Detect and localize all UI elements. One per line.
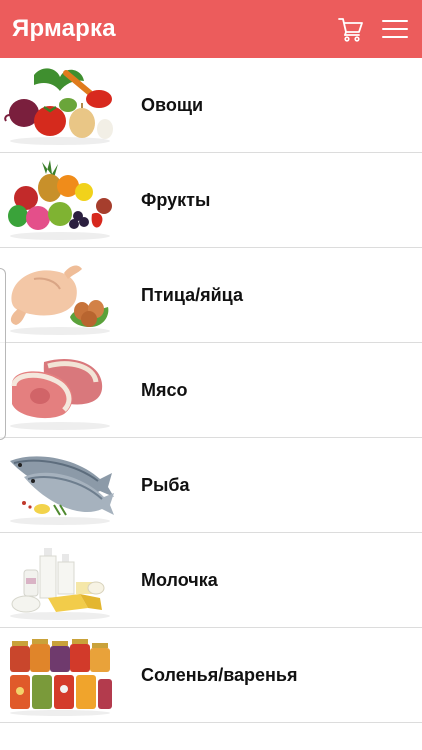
- category-row-fish[interactable]: Рыба: [0, 438, 422, 533]
- category-list: Овощи Фрукты Птица/яйца Мясо Рыба Молочк…: [0, 58, 422, 723]
- category-row-preserves[interactable]: Соленья/варенья: [0, 628, 422, 723]
- category-row-meat[interactable]: Мясо: [0, 343, 422, 438]
- poultry-eggs-image: [10, 265, 110, 335]
- category-row-dairy[interactable]: Молочка: [0, 533, 422, 628]
- preserves-image: [10, 639, 112, 716]
- top-bar: Ярмарка: [0, 0, 422, 58]
- fruits-image: [8, 160, 112, 240]
- category-label: Фрукты: [141, 189, 211, 210]
- category-label: Рыба: [141, 474, 190, 495]
- dairy-image: [10, 548, 110, 620]
- edge-drawer-handle[interactable]: [0, 268, 6, 440]
- category-label: Мясо: [141, 379, 188, 400]
- category-row-fruits[interactable]: Фрукты: [0, 153, 422, 248]
- meat-image: [10, 358, 110, 430]
- cart-icon: [338, 18, 363, 42]
- app-title: Ярмарка: [12, 15, 116, 42]
- cart-button[interactable]: [336, 14, 366, 44]
- vegetables-image: [4, 68, 113, 145]
- category-label: Соленья/варенья: [141, 664, 298, 685]
- hamburger-menu-icon: [382, 20, 408, 38]
- category-row-vegetables[interactable]: Овощи: [0, 58, 422, 153]
- category-row-poultry-eggs[interactable]: Птица/яйца: [0, 248, 422, 343]
- app-screen: Ярмарка Овощи Фрукты Птица/яйца Мясо Рыб…: [0, 0, 422, 750]
- category-label: Птица/яйца: [141, 284, 243, 305]
- fish-image: [10, 456, 114, 525]
- menu-button[interactable]: [380, 14, 410, 44]
- category-label: Овощи: [141, 94, 204, 115]
- category-label: Молочка: [141, 569, 218, 590]
